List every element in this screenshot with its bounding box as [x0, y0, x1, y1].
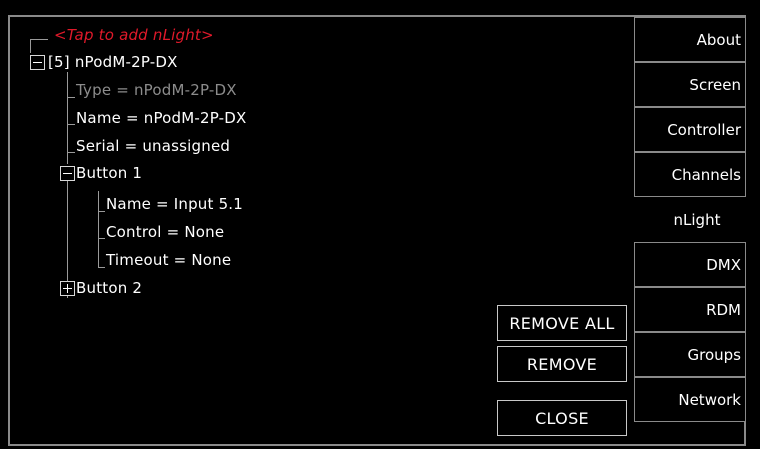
button1-control[interactable]: Control = None: [106, 223, 224, 241]
close-button[interactable]: CLOSE: [497, 400, 627, 436]
tree-line: [67, 152, 75, 153]
device-serial[interactable]: Serial = unassigned: [76, 137, 230, 155]
tab-nlight[interactable]: nLight: [634, 197, 746, 242]
tree-line: [67, 124, 75, 125]
tab-rdm[interactable]: RDM: [634, 287, 746, 332]
tree-line: [67, 97, 75, 98]
button1-name[interactable]: Name = Input 5.1: [106, 195, 243, 213]
tree-line: [98, 211, 105, 212]
remove-all-button[interactable]: REMOVE ALL: [497, 305, 627, 341]
device-name[interactable]: Name = nPodM-2P-DX: [76, 109, 247, 127]
device-node[interactable]: [5] nPodM-2P-DX: [48, 53, 178, 71]
collapse-device-toggle[interactable]: [30, 55, 45, 70]
tab-controller[interactable]: Controller: [634, 107, 746, 152]
tab-channels[interactable]: Channels: [634, 152, 746, 197]
remove-button[interactable]: REMOVE: [497, 346, 627, 382]
tree-line: [98, 267, 105, 268]
tree-line: [67, 72, 68, 164]
button1-timeout[interactable]: Timeout = None: [106, 251, 231, 269]
device-type: Type = nPodM-2P-DX: [76, 81, 237, 99]
add-nlight-prompt[interactable]: <Tap to add nLight>: [54, 26, 214, 44]
tree-line: [98, 238, 105, 239]
button1-node[interactable]: Button 1: [76, 164, 142, 182]
tree-line: [30, 39, 31, 53]
tab-dmx[interactable]: DMX: [634, 242, 746, 287]
tree-line: [30, 39, 48, 40]
expand-button2-toggle[interactable]: [60, 281, 75, 296]
tab-screen[interactable]: Screen: [634, 62, 746, 107]
collapse-button1-toggle[interactable]: [60, 166, 75, 181]
button2-node[interactable]: Button 2: [76, 279, 142, 297]
tab-about[interactable]: About: [634, 17, 746, 62]
tab-groups[interactable]: Groups: [634, 332, 746, 377]
tab-network[interactable]: Network: [634, 377, 746, 422]
tree-line: [98, 191, 99, 268]
